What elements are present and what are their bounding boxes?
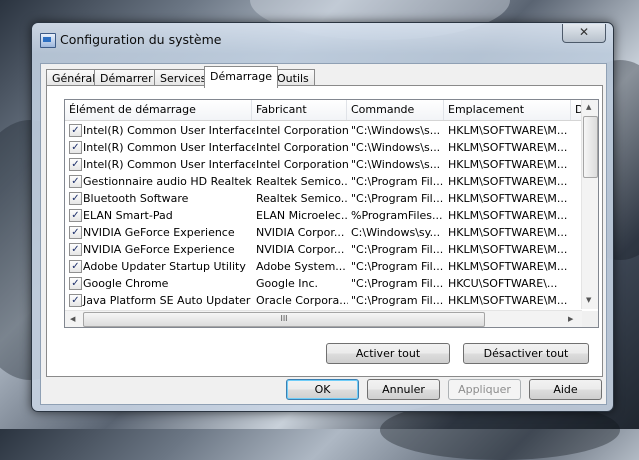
list-item[interactable]: ✓ Java Platform SE Auto Updater Oracle Cor…: [65, 292, 585, 309]
cell-maker: Intel Corporation: [256, 158, 348, 171]
close-button[interactable]: ✕: [562, 24, 606, 43]
cell-maker: Intel Corporation: [256, 141, 348, 154]
column-header-location[interactable]: Emplacement: [444, 100, 571, 120]
cell-location: HKLM\SOFTWARE\M...: [448, 260, 568, 273]
window-title: Configuration du système: [60, 32, 222, 47]
cell-maker: Google Inc.: [256, 277, 319, 290]
column-header-item[interactable]: Élément de démarrage: [65, 100, 252, 120]
title-bar[interactable]: Configuration du système ✕: [32, 23, 613, 57]
scroll-down-arrow-icon[interactable]: ▼: [586, 296, 591, 304]
cell-maker: Realtek Semico...: [256, 175, 348, 188]
cell-maker: NVIDIA Corpor...: [256, 226, 345, 239]
cell-location: HKLM\SOFTWARE\M...: [448, 141, 568, 154]
cell-item: NVIDIA GeForce Experience: [83, 243, 235, 256]
msconfig-icon: [40, 33, 56, 48]
cell-command: "C:\Program Fil...: [351, 175, 444, 188]
cell-maker: ELAN Microelec...: [256, 209, 348, 222]
cell-location: HKLM\SOFTWARE\M...: [448, 124, 568, 137]
cell-location: HKLM\SOFTWARE\M...: [448, 209, 568, 222]
cell-location: HKCU\SOFTWARE\...: [448, 277, 558, 290]
help-button[interactable]: Aide: [529, 379, 602, 400]
cell-command: "C:\Program Fil...: [351, 192, 444, 205]
cell-location: HKLM\SOFTWARE\M...: [448, 243, 568, 256]
startup-items-list[interactable]: Élément de démarrage Fabricant Commande …: [64, 99, 599, 328]
cell-item: Intel(R) Common User Interface: [83, 158, 255, 171]
cell-command: "C:\Program Fil...: [351, 260, 444, 273]
cell-command: "C:\Program Fil...: [351, 294, 444, 307]
cell-command: "C:\Windows\s...: [351, 124, 441, 137]
scroll-left-arrow-icon[interactable]: ◀: [70, 315, 75, 323]
cell-maker: Adobe System...: [256, 260, 346, 273]
list-item[interactable]: ✓ NVIDIA GeForce Experience NVIDIA Corpor.…: [65, 224, 585, 241]
cell-item: Bluetooth Software: [83, 192, 189, 205]
enable-all-button[interactable]: Activer tout: [326, 343, 450, 364]
scroll-up-arrow-icon[interactable]: ▲: [586, 103, 591, 111]
cell-maker: Intel Corporation: [256, 124, 348, 137]
cell-command: "C:\Windows\s...: [351, 141, 441, 154]
dialog-client-area: Général Démarrer Services Démarrage Outi…: [40, 63, 607, 405]
cell-item: Adobe Updater Startup Utility: [83, 260, 246, 273]
ok-button[interactable]: OK: [286, 379, 359, 400]
list-item[interactable]: ✓ Gestionnaire audio HD Realtek Realtek Se…: [65, 173, 585, 190]
disable-all-button[interactable]: Désactiver tout: [463, 343, 589, 364]
cell-command: "C:\Program Fil...: [351, 243, 444, 256]
column-header-command[interactable]: Commande: [347, 100, 444, 120]
list-item[interactable]: ✓ Intel(R) Common User Interface Intel Cor…: [65, 122, 585, 139]
cell-location: HKLM\SOFTWARE\M...: [448, 192, 568, 205]
horizontal-scroll-thumb[interactable]: III: [83, 312, 485, 327]
list-item[interactable]: ✓ Bluetooth Software Realtek Semico... "C:\…: [65, 190, 585, 207]
cell-command: C:\Windows\sy...: [351, 226, 441, 239]
cell-location: HKLM\SOFTWARE\M...: [448, 158, 568, 171]
apply-button[interactable]: Appliquer: [448, 379, 521, 400]
list-item[interactable]: ✓ ELAN Smart-Pad ELAN Microelec... %Program…: [65, 207, 585, 224]
list-item[interactable]: ✓ Google Chrome Google Inc. "C:\Program Fil…: [65, 275, 585, 292]
cell-maker: Oracle Corpora...: [256, 294, 348, 307]
cell-location: HKLM\SOFTWARE\M...: [448, 294, 568, 307]
cancel-button[interactable]: Annuler: [367, 379, 440, 400]
vertical-scroll-thumb[interactable]: [583, 116, 598, 178]
scroll-right-arrow-icon[interactable]: ▶: [568, 315, 573, 323]
list-item[interactable]: ✓ NVIDIA GeForce Experience NVIDIA Corpor.…: [65, 241, 585, 258]
cell-item: NVIDIA GeForce Experience: [83, 226, 235, 239]
startup-tab-page: Élément de démarrage Fabricant Commande …: [46, 85, 603, 377]
system-configuration-window: Configuration du système ✕ Général Démar…: [31, 22, 614, 412]
cell-item: Java Platform SE Auto Updater: [83, 294, 251, 307]
cell-maker: Realtek Semico...: [256, 192, 348, 205]
scrollbar-corner: [582, 311, 598, 327]
cell-item: ELAN Smart-Pad: [83, 209, 173, 222]
vertical-scrollbar[interactable]: ▲ ▼: [581, 100, 598, 309]
cell-item: Intel(R) Common User Interface: [83, 141, 255, 154]
cell-item: Google Chrome: [83, 277, 169, 290]
cell-item: Gestionnaire audio HD Realtek: [83, 175, 252, 188]
column-header-maker[interactable]: Fabricant: [252, 100, 347, 120]
cell-command: %ProgramFiles...: [351, 209, 443, 222]
cell-item: Intel(R) Common User Interface: [83, 124, 255, 137]
cell-command: "C:\Program Fil...: [351, 277, 444, 290]
list-item[interactable]: ✓ Intel(R) Common User Interface Intel Cor…: [65, 156, 585, 173]
cell-location: HKLM\SOFTWARE\M...: [448, 175, 568, 188]
tab-demarrage[interactable]: Démarrage: [204, 66, 279, 88]
cell-command: "C:\Windows\s...: [351, 158, 441, 171]
horizontal-scrollbar[interactable]: ◀ III ▶: [65, 310, 582, 327]
list-item[interactable]: ✓ Adobe Updater Startup Utility Adobe Syst…: [65, 258, 585, 275]
cell-maker: NVIDIA Corpor...: [256, 243, 345, 256]
cell-location: HKLM\SOFTWARE\M...: [448, 226, 568, 239]
list-item[interactable]: ✓ Intel(R) Common User Interface Intel Cor…: [65, 139, 585, 156]
list-header: Élément de démarrage Fabricant Commande …: [65, 100, 585, 121]
